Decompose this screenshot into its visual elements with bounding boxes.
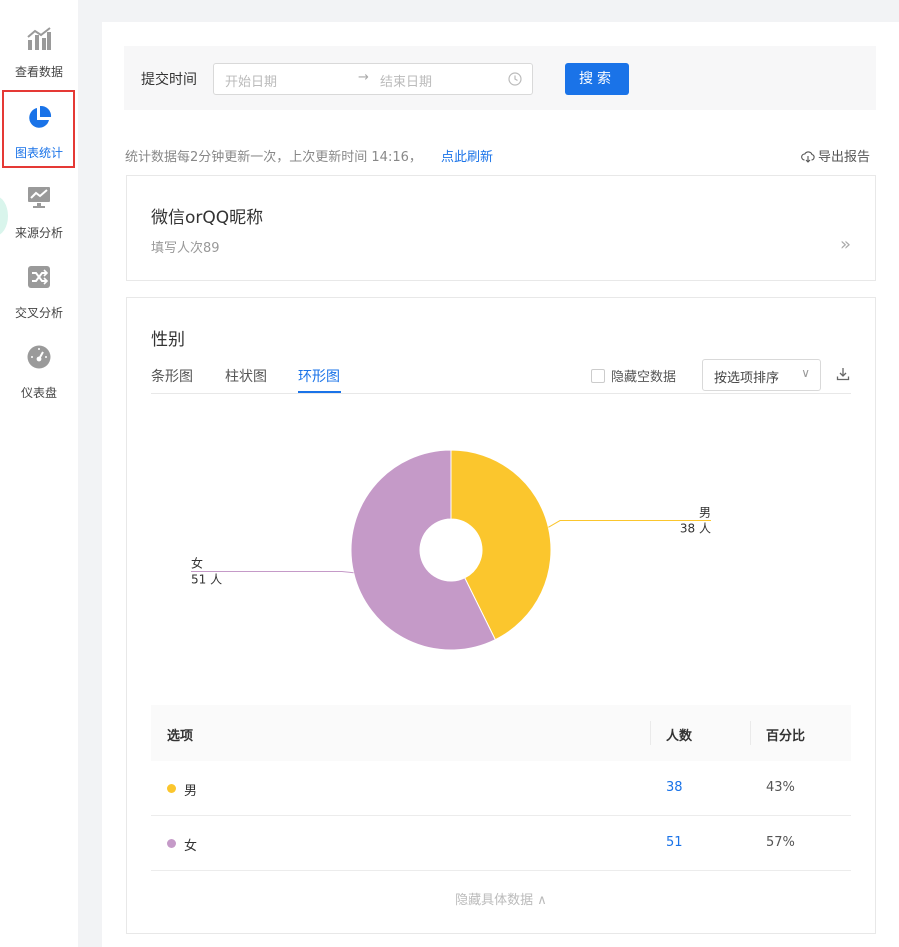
legend-dot — [167, 839, 176, 848]
sidebar-item-source-analysis[interactable]: 来源分析 — [0, 176, 78, 254]
sort-select-value: 按选项排序 — [714, 371, 780, 386]
hide-empty-label: 隐藏空数据 — [611, 370, 677, 385]
question-card[interactable]: 微信orQQ昵称 填写人次89 » — [126, 175, 876, 281]
question-title: 微信orQQ昵称 — [151, 208, 264, 228]
hide-detail-toggle[interactable]: 隐藏具体数据 ∧ — [151, 889, 851, 908]
sidebar-item-label: 查看数据 — [14, 65, 63, 79]
option-label: 男 — [184, 784, 198, 799]
table-header: 选项 人数 百分比 — [151, 705, 851, 761]
monitor-trend-icon — [28, 187, 50, 208]
header-option: 选项 — [167, 729, 194, 744]
legend-dot — [167, 784, 176, 793]
donut-chart: 男 38 人女 51 人 — [191, 449, 711, 651]
end-date-input[interactable]: 结束日期 — [380, 71, 432, 90]
clock-icon — [508, 72, 522, 86]
option-label: 女 — [184, 839, 198, 854]
search-button[interactable]: 搜索 — [565, 63, 629, 95]
sidebar-item-label: 仪表盘 — [20, 386, 57, 400]
export-report-button[interactable]: 导出报告 — [801, 146, 870, 165]
chart-card-title: 性别 — [151, 330, 185, 350]
count-link[interactable]: 38 — [666, 780, 683, 795]
sidebar-item-label: 交叉分析 — [14, 306, 63, 320]
hide-empty-checkbox[interactable]: 隐藏空数据 — [591, 366, 676, 385]
shuffle-icon — [28, 266, 50, 288]
update-info-text: 统计数据每2分钟更新一次，上次更新时间 14:16， — [125, 150, 422, 165]
checkbox-box[interactable] — [591, 369, 605, 383]
export-report-label: 导出报告 — [818, 150, 871, 165]
response-count: 填写人次89 — [151, 241, 220, 256]
submit-time-label: 提交时间 — [141, 72, 197, 88]
slice-category-label: 女 — [191, 555, 203, 570]
active-highlight-box — [2, 90, 75, 168]
tab-bar-chart[interactable]: 条形图 — [151, 366, 193, 386]
header-count: 人数 — [666, 729, 693, 744]
slice-category-label: 男 — [699, 506, 711, 520]
table-row: 男 38 43% — [151, 761, 851, 816]
header-divider — [750, 721, 751, 745]
chevron-down-icon: ∨ — [801, 366, 810, 380]
cloud-download-icon — [801, 151, 815, 163]
refresh-link[interactable]: 点此刷新 — [441, 146, 493, 165]
sidebar-item-cross-analysis[interactable]: 交叉分析 — [0, 256, 78, 334]
slice-value-label: 38 人 — [680, 522, 711, 536]
double-chevron-right-icon[interactable]: » — [840, 234, 851, 255]
slice-value-label: 51 人 — [191, 572, 222, 586]
header-divider — [650, 721, 651, 745]
download-icon[interactable] — [836, 367, 850, 381]
header-percent: 百分比 — [766, 729, 806, 744]
table-row: 女 51 57% — [151, 816, 851, 871]
count-link[interactable]: 51 — [666, 835, 683, 850]
percent-value: 57% — [766, 835, 795, 850]
active-tab-indicator — [298, 391, 341, 393]
tab-donut-chart[interactable]: 环形图 — [298, 366, 340, 386]
date-range-picker[interactable]: 开始日期 → 结束日期 — [213, 63, 533, 95]
sidebar-item-label: 来源分析 — [14, 226, 63, 240]
sort-select[interactable]: 按选项排序 ∨ — [702, 359, 821, 391]
tab-divider — [151, 393, 851, 394]
range-arrow-icon: → — [358, 70, 369, 85]
sidebar-item-view-data[interactable]: 查看数据 — [0, 18, 78, 96]
sidebar-item-dashboard[interactable]: 仪表盘 — [0, 336, 78, 414]
percent-value: 43% — [766, 780, 795, 795]
sidebar: 查看数据 图表统计 来源分析 交叉分析 仪表盘 — [0, 0, 78, 947]
bar-chart-icon — [27, 27, 51, 50]
start-date-input[interactable]: 开始日期 — [225, 71, 277, 90]
tab-column-chart[interactable]: 柱状图 — [225, 366, 267, 386]
gauge-icon — [27, 345, 51, 369]
